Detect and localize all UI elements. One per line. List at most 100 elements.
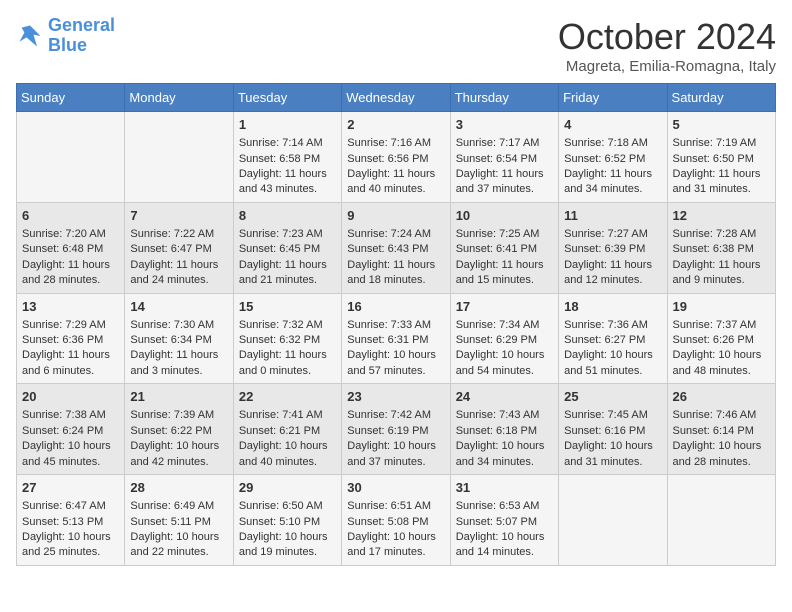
calendar-cell: 10Sunrise: 7:25 AMSunset: 6:41 PMDayligh… <box>450 202 558 293</box>
calendar-cell: 26Sunrise: 7:46 AMSunset: 6:14 PMDayligh… <box>667 384 775 475</box>
calendar-cell <box>667 475 775 566</box>
day-header-sunday: Sunday <box>17 84 125 112</box>
sunset-text: Sunset: 6:50 PM <box>673 152 770 167</box>
sunset-text: Sunset: 6:21 PM <box>239 424 336 439</box>
calendar-cell: 27Sunrise: 6:47 AMSunset: 5:13 PMDayligh… <box>17 475 125 566</box>
day-header-wednesday: Wednesday <box>342 84 450 112</box>
calendar-cell: 21Sunrise: 7:39 AMSunset: 6:22 PMDayligh… <box>125 384 233 475</box>
calendar-table: SundayMondayTuesdayWednesdayThursdayFrid… <box>16 83 776 566</box>
daylight-text: Daylight: 11 hours and 12 minutes. <box>564 258 661 289</box>
daylight-text: Daylight: 10 hours and 14 minutes. <box>456 530 553 561</box>
sunset-text: Sunset: 5:11 PM <box>130 515 227 530</box>
calendar-week-5: 27Sunrise: 6:47 AMSunset: 5:13 PMDayligh… <box>17 475 776 566</box>
day-number: 29 <box>239 479 336 497</box>
calendar-week-4: 20Sunrise: 7:38 AMSunset: 6:24 PMDayligh… <box>17 384 776 475</box>
calendar-cell: 24Sunrise: 7:43 AMSunset: 6:18 PMDayligh… <box>450 384 558 475</box>
calendar-week-1: 1Sunrise: 7:14 AMSunset: 6:58 PMDaylight… <box>17 112 776 203</box>
day-number: 28 <box>130 479 227 497</box>
sunrise-text: Sunrise: 7:37 AM <box>673 318 770 333</box>
sunrise-text: Sunrise: 7:33 AM <box>347 318 444 333</box>
sunrise-text: Sunrise: 7:29 AM <box>22 318 119 333</box>
calendar-cell: 25Sunrise: 7:45 AMSunset: 6:16 PMDayligh… <box>559 384 667 475</box>
day-number: 14 <box>130 298 227 316</box>
daylight-text: Daylight: 10 hours and 22 minutes. <box>130 530 227 561</box>
sunrise-text: Sunrise: 7:27 AM <box>564 227 661 242</box>
daylight-text: Daylight: 11 hours and 34 minutes. <box>564 167 661 198</box>
calendar-cell: 6Sunrise: 7:20 AMSunset: 6:48 PMDaylight… <box>17 202 125 293</box>
calendar-cell <box>559 475 667 566</box>
sunrise-text: Sunrise: 7:38 AM <box>22 408 119 423</box>
calendar-cell: 5 Sunrise: 7:19 AMSunset: 6:50 PMDaylight… <box>667 112 775 203</box>
day-number: 31 <box>456 479 553 497</box>
calendar-cell: 22Sunrise: 7:41 AMSunset: 6:21 PMDayligh… <box>233 384 341 475</box>
sunset-text: Sunset: 6:56 PM <box>347 152 444 167</box>
daylight-text: Daylight: 11 hours and 18 minutes. <box>347 258 444 289</box>
day-number: 5 <box>673 116 770 134</box>
daylight-text: Daylight: 10 hours and 45 minutes. <box>22 439 119 470</box>
day-number: 26 <box>673 388 770 406</box>
day-number: 12 <box>673 207 770 225</box>
sunrise-text: Sunrise: 7:39 AM <box>130 408 227 423</box>
day-number: 27 <box>22 479 119 497</box>
sunrise-text: Sunrise: 7:32 AM <box>239 318 336 333</box>
sunset-text: Sunset: 6:29 PM <box>456 333 553 348</box>
day-number: 3 <box>456 116 553 134</box>
sunset-text: Sunset: 6:22 PM <box>130 424 227 439</box>
day-number: 13 <box>22 298 119 316</box>
day-number: 8 <box>239 207 336 225</box>
sunset-text: Sunset: 6:26 PM <box>673 333 770 348</box>
calendar-cell: 1Sunrise: 7:14 AMSunset: 6:58 PMDaylight… <box>233 112 341 203</box>
sunset-text: Sunset: 6:39 PM <box>564 242 661 257</box>
calendar-cell: 11Sunrise: 7:27 AMSunset: 6:39 PMDayligh… <box>559 202 667 293</box>
sunset-text: Sunset: 6:58 PM <box>239 152 336 167</box>
sunrise-text: Sunrise: 7:45 AM <box>564 408 661 423</box>
calendar-cell: 7Sunrise: 7:22 AMSunset: 6:47 PMDaylight… <box>125 202 233 293</box>
day-number: 30 <box>347 479 444 497</box>
sunrise-text: Sunrise: 7:16 AM <box>347 136 444 151</box>
calendar-cell: 17Sunrise: 7:34 AMSunset: 6:29 PMDayligh… <box>450 293 558 384</box>
calendar-header-row: SundayMondayTuesdayWednesdayThursdayFrid… <box>17 84 776 112</box>
title-block: October 2024 Magreta, Emilia-Romagna, It… <box>558 16 776 75</box>
sunrise-text: Sunrise: 7:18 AM <box>564 136 661 151</box>
day-number: 20 <box>22 388 119 406</box>
day-number: 22 <box>239 388 336 406</box>
daylight-text: Daylight: 10 hours and 42 minutes. <box>130 439 227 470</box>
daylight-text: Daylight: 10 hours and 54 minutes. <box>456 348 553 379</box>
calendar-cell <box>125 112 233 203</box>
sunrise-text: Sunrise: 7:46 AM <box>673 408 770 423</box>
daylight-text: Daylight: 10 hours and 40 minutes. <box>239 439 336 470</box>
sunset-text: Sunset: 6:52 PM <box>564 152 661 167</box>
day-number: 17 <box>456 298 553 316</box>
calendar-cell: 2Sunrise: 7:16 AMSunset: 6:56 PMDaylight… <box>342 112 450 203</box>
calendar-cell: 18Sunrise: 7:36 AMSunset: 6:27 PMDayligh… <box>559 293 667 384</box>
daylight-text: Daylight: 11 hours and 43 minutes. <box>239 167 336 198</box>
calendar-cell: 30 Sunrise: 6:51 AMSunset: 5:08 PMDayligh… <box>342 475 450 566</box>
sunset-text: Sunset: 6:14 PM <box>673 424 770 439</box>
daylight-text: Daylight: 10 hours and 19 minutes. <box>239 530 336 561</box>
sunset-text: Sunset: 5:08 PM <box>347 515 444 530</box>
calendar-cell: 15Sunrise: 7:32 AMSunset: 6:32 PMDayligh… <box>233 293 341 384</box>
day-number: 4 <box>564 116 661 134</box>
daylight-text: Daylight: 11 hours and 31 minutes. <box>673 167 770 198</box>
calendar-cell: 3Sunrise: 7:17 AMSunset: 6:54 PMDaylight… <box>450 112 558 203</box>
sunset-text: Sunset: 6:54 PM <box>456 152 553 167</box>
sunrise-text: Sunrise: 7:43 AM <box>456 408 553 423</box>
daylight-text: Daylight: 10 hours and 17 minutes. <box>347 530 444 561</box>
day-number: 9 <box>347 207 444 225</box>
sunset-text: Sunset: 6:36 PM <box>22 333 119 348</box>
logo-icon <box>16 22 44 50</box>
sunset-text: Sunset: 6:27 PM <box>564 333 661 348</box>
page-header: General Blue October 2024 Magreta, Emili… <box>16 16 776 75</box>
sunrise-text: Sunrise: 7:19 AM <box>673 136 770 151</box>
calendar-cell: 8Sunrise: 7:23 AMSunset: 6:45 PMDaylight… <box>233 202 341 293</box>
sunset-text: Sunset: 5:10 PM <box>239 515 336 530</box>
calendar-cell: 16Sunrise: 7:33 AMSunset: 6:31 PMDayligh… <box>342 293 450 384</box>
sunrise-text: Sunrise: 6:51 AM <box>347 499 444 514</box>
calendar-cell: 31Sunrise: 6:53 AMSunset: 5:07 PMDayligh… <box>450 475 558 566</box>
day-header-saturday: Saturday <box>667 84 775 112</box>
sunset-text: Sunset: 6:16 PM <box>564 424 661 439</box>
daylight-text: Daylight: 11 hours and 6 minutes. <box>22 348 119 379</box>
sunset-text: Sunset: 6:43 PM <box>347 242 444 257</box>
day-number: 23 <box>347 388 444 406</box>
sunrise-text: Sunrise: 7:25 AM <box>456 227 553 242</box>
